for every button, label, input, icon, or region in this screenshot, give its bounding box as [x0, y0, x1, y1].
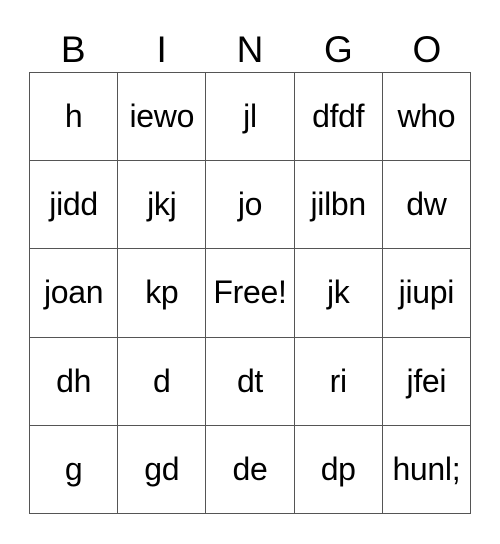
bingo-cell[interactable]: jkj	[118, 161, 207, 250]
header-letter: G	[324, 29, 353, 70]
bingo-cell[interactable]: g	[30, 425, 119, 514]
free-space-cell[interactable]: Free!	[206, 249, 295, 338]
bingo-cell[interactable]: dp	[294, 425, 383, 514]
bingo-cell[interactable]: h	[30, 73, 119, 162]
bingo-cell[interactable]: dh	[30, 337, 119, 426]
header-letter: N	[236, 29, 264, 70]
bingo-cell[interactable]: who	[382, 73, 471, 162]
bingo-cell[interactable]: jidd	[30, 161, 119, 250]
bingo-cell[interactable]: kp	[118, 249, 207, 338]
bingo-cell[interactable]: hunl;	[382, 425, 471, 514]
bingo-header: BINGO	[29, 28, 471, 72]
header-letter: O	[412, 29, 442, 70]
bingo-cell[interactable]: jk	[294, 249, 383, 338]
bingo-cell[interactable]: d	[118, 337, 207, 426]
bingo-cell[interactable]: ri	[294, 337, 383, 426]
bingo-cell[interactable]: joan	[30, 249, 119, 338]
bingo-cell[interactable]: dt	[206, 337, 295, 426]
bingo-cell[interactable]: dw	[382, 161, 471, 250]
bingo-cell[interactable]: jo	[206, 161, 295, 250]
bingo-cell[interactable]: jfei	[382, 337, 471, 426]
bingo-cell[interactable]: jl	[206, 73, 295, 162]
header-letter: I	[156, 29, 167, 70]
bingo-cell[interactable]: jiupi	[382, 249, 471, 338]
bingo-cell[interactable]: jilbn	[294, 161, 383, 250]
header-letter: B	[60, 29, 86, 70]
bingo-cell[interactable]: iewo	[118, 73, 207, 162]
bingo-cell[interactable]: dfdf	[294, 73, 383, 162]
bingo-grid: h iewo jl dfdf who jidd jkj jo jilbn dw joan kp Free…	[29, 72, 471, 514]
bingo-cell[interactable]: gd	[118, 425, 207, 514]
bingo-cell[interactable]: de	[206, 425, 295, 514]
